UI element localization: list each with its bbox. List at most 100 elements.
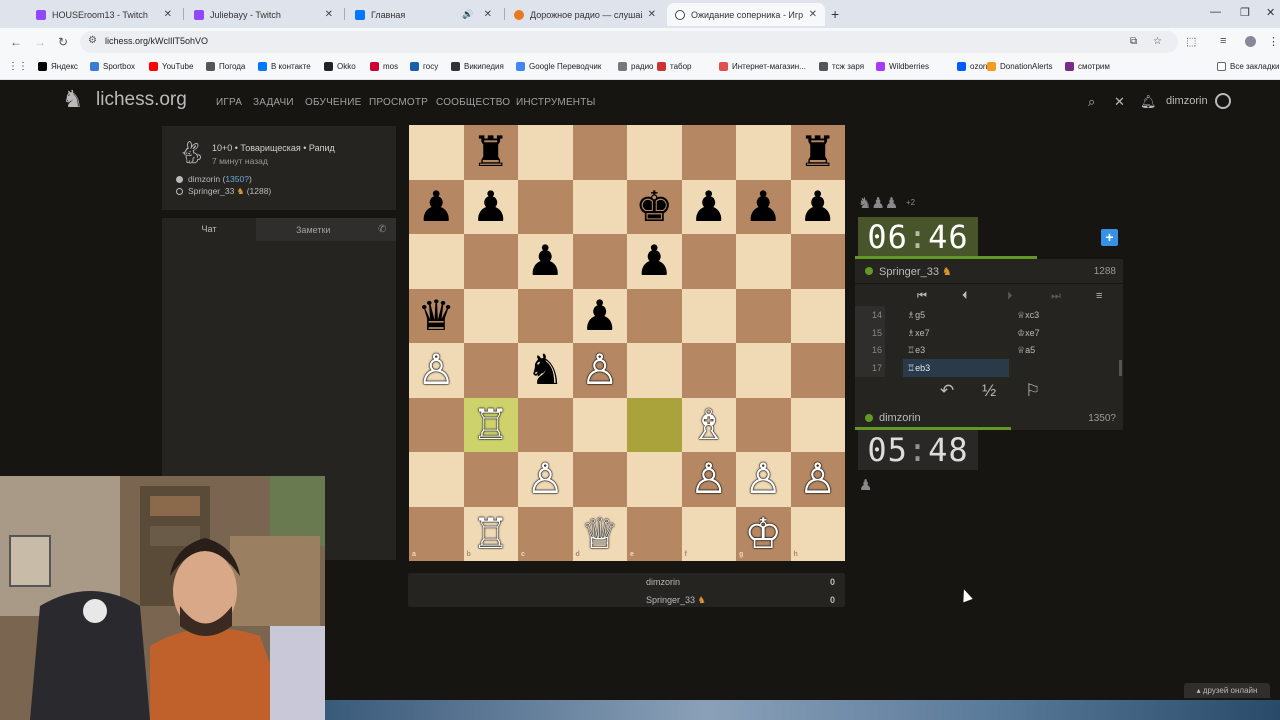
bookmark-item[interactable]: Погода: [206, 62, 245, 71]
square-g6[interactable]: [736, 234, 791, 289]
white-move[interactable]: ♖eb3: [903, 359, 1009, 378]
scrollbar[interactable]: [1119, 360, 1122, 376]
white-piece-icon[interactable]: ♙: [409, 343, 464, 398]
close-icon[interactable]: ✕: [164, 9, 172, 20]
tab-notes[interactable]: Заметки: [296, 225, 330, 235]
browser-tab-2[interactable]: Juliebayy - Twitch ✕: [186, 3, 341, 26]
square-f5[interactable]: [681, 288, 736, 343]
square-a1[interactable]: [409, 506, 464, 561]
username[interactable]: dimzorin: [1166, 95, 1208, 107]
last-move-icon[interactable]: ⏭: [1051, 290, 1061, 303]
window-close-icon[interactable]: ✕: [1266, 6, 1275, 19]
opponent-player-row[interactable]: Springer_33 ♞ 1288: [855, 259, 1123, 283]
square-g4[interactable]: [736, 343, 791, 398]
square-e4[interactable]: [627, 343, 682, 398]
challenges-icon[interactable]: ✕: [1114, 94, 1125, 110]
maximize-icon[interactable]: ❐: [1240, 6, 1250, 19]
black-move[interactable]: ♕xc3: [1013, 306, 1117, 324]
square-f8[interactable]: [681, 125, 736, 180]
minimize-icon[interactable]: —: [1210, 6, 1221, 18]
bookmark-item[interactable]: Яндекс: [38, 62, 78, 71]
nav-play[interactable]: ИГРА: [216, 97, 242, 108]
search-icon[interactable]: ⌕: [1088, 94, 1095, 110]
square-c5[interactable]: [518, 288, 573, 343]
new-tab-icon[interactable]: +: [831, 6, 839, 22]
white-move[interactable]: ♗xe7: [903, 324, 1009, 342]
bookmark-item[interactable]: YouTube: [149, 62, 193, 71]
offer-draw-icon[interactable]: ½: [982, 381, 996, 401]
nav-tools[interactable]: ИНСТРУМЕНТЫ: [516, 97, 596, 108]
white-piece-icon[interactable]: ♙: [736, 452, 791, 507]
site-logo[interactable]: ♞ lichess.org: [62, 86, 187, 114]
address-bar[interactable]: ⚙ lichess.org/kWclIlT5ohVO ⧉ ☆: [80, 31, 1178, 53]
white-piece-icon[interactable]: ♙: [573, 343, 628, 398]
profile-avatar-icon[interactable]: [1245, 36, 1256, 47]
phone-icon[interactable]: ✆: [378, 224, 386, 235]
bookmark-item[interactable]: радио: [618, 62, 653, 71]
cast-icon[interactable]: ⧉: [1130, 36, 1137, 47]
extensions-icon[interactable]: ⬚: [1186, 35, 1196, 48]
friends-online-button[interactable]: ▴ друзей онлайн: [1184, 683, 1270, 698]
square-b5[interactable]: [463, 288, 518, 343]
all-bookmarks[interactable]: Все закладки: [1217, 62, 1279, 71]
prev-move-icon[interactable]: ⏴: [962, 290, 968, 303]
bookmark-item[interactable]: Интернет-магазин...: [719, 62, 806, 71]
bookmark-item[interactable]: ozon: [957, 62, 987, 71]
square-h5[interactable]: [790, 288, 845, 343]
bookmark-item[interactable]: Sportbox: [90, 62, 135, 71]
nav-watch[interactable]: ПРОСМОТР: [369, 97, 428, 108]
square-d3[interactable]: [572, 397, 627, 452]
white-piece-icon[interactable]: ♙: [791, 452, 846, 507]
square-d2[interactable]: [572, 452, 627, 507]
close-icon[interactable]: ✕: [648, 9, 656, 20]
speaker-icon[interactable]: 🔊: [462, 9, 473, 20]
square-e1[interactable]: [627, 506, 682, 561]
square-a3[interactable]: [409, 397, 464, 452]
square-b4[interactable]: [463, 343, 518, 398]
bookmark-item[interactable]: табор: [657, 62, 692, 71]
bookmark-item[interactable]: В контакте: [258, 62, 311, 71]
square-d7[interactable]: [572, 179, 627, 234]
square-c3[interactable]: [518, 397, 573, 452]
bookmark-item[interactable]: Google Переводчик: [516, 62, 601, 71]
user-icon[interactable]: [1215, 93, 1231, 109]
close-icon[interactable]: ✕: [809, 9, 817, 20]
menu-icon[interactable]: ⋮: [1268, 35, 1279, 48]
chessboard[interactable]: 8 7 6 5 4 3 2 1 a b c d e f g h ♜ ♜ ♟ ♟ ♚ ♟ ♟ ♟ ♟ ♟ ♛ ♟ ♙ ♞ ♙ ♖ ♗ ♙ ♙ ♙ ♙ ♖ ♕ ♔: [409, 125, 845, 561]
browser-tab-4[interactable]: Дорожное радио — слушайте ✕: [506, 3, 664, 26]
apps-icon[interactable]: ⋮⋮: [8, 61, 28, 72]
bookmark-item[interactable]: тсж заря: [819, 62, 864, 71]
white-move[interactable]: ♗g5: [903, 306, 1009, 324]
square-b6[interactable]: [463, 234, 518, 289]
resign-flag-icon[interactable]: ⚐: [1025, 381, 1040, 401]
square-g3[interactable]: [736, 397, 791, 452]
close-icon[interactable]: ✕: [325, 9, 333, 20]
black-move[interactable]: ♕a5: [1013, 341, 1117, 359]
square-a6[interactable]: [409, 234, 464, 289]
white-piece-icon[interactable]: ♔: [736, 507, 791, 562]
takeback-icon[interactable]: ↶: [940, 381, 954, 401]
reload-icon[interactable]: ↻: [58, 35, 68, 49]
square-c8[interactable]: [518, 125, 573, 180]
square-h3[interactable]: [790, 397, 845, 452]
square-g5[interactable]: [736, 288, 791, 343]
bookmark-item[interactable]: смотрим: [1065, 62, 1110, 71]
black-move[interactable]: ♔xe7: [1013, 324, 1117, 342]
square-e3[interactable]: [627, 397, 682, 452]
square-g8[interactable]: [736, 125, 791, 180]
menu-icon[interactable]: ≡: [1096, 290, 1102, 302]
square-e2[interactable]: [627, 452, 682, 507]
notifications-icon[interactable]: 🔔︎: [1140, 94, 1157, 110]
square-c7[interactable]: [518, 179, 573, 234]
white-piece-icon[interactable]: ♙: [682, 452, 737, 507]
nav-community[interactable]: СООБЩЕСТВО: [436, 97, 510, 108]
bookmark-star-icon[interactable]: ☆: [1153, 36, 1162, 47]
white-piece-icon[interactable]: ♙: [518, 452, 573, 507]
forward-icon[interactable]: →: [34, 35, 46, 49]
back-icon[interactable]: ←: [10, 35, 22, 49]
square-d6[interactable]: [572, 234, 627, 289]
site-info-icon[interactable]: ⚙: [88, 35, 97, 46]
browser-tab-3[interactable]: Главная 🔊 ✕: [347, 3, 500, 26]
bookmark-item[interactable]: Okko: [324, 62, 356, 71]
first-move-icon[interactable]: ⏮: [917, 290, 927, 303]
